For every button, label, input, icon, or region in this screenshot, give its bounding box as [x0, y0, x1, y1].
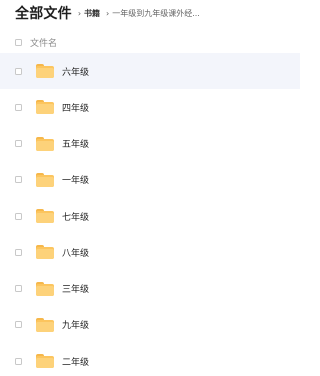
row-checkbox[interactable]	[15, 103, 22, 111]
breadcrumb-books-link[interactable]: 书籍	[84, 8, 100, 19]
list-item[interactable]: 二年级	[0, 343, 300, 376]
folder-name[interactable]: 二年级	[62, 355, 89, 368]
folder-name[interactable]: 七年级	[62, 210, 89, 223]
row-checkbox[interactable]	[15, 140, 22, 148]
row-checkbox[interactable]	[15, 248, 22, 256]
folder-icon	[36, 64, 54, 79]
row-checkbox[interactable]	[15, 67, 22, 75]
folder-icon	[36, 281, 54, 296]
folder-icon	[36, 172, 54, 187]
row-checkbox[interactable]	[15, 321, 22, 329]
folder-name[interactable]: 九年级	[62, 318, 89, 331]
folder-icon	[36, 100, 54, 115]
folder-name[interactable]: 一年级	[62, 173, 89, 186]
folder-icon	[36, 136, 54, 151]
list-item[interactable]: 六年级	[0, 53, 300, 90]
folder-name[interactable]: 八年级	[62, 246, 89, 259]
list-item[interactable]: 一年级	[0, 162, 300, 198]
folder-icon	[36, 209, 54, 224]
folder-name[interactable]: 六年级	[62, 65, 89, 78]
list-header: 文件名	[0, 32, 300, 52]
folder-icon	[36, 354, 54, 369]
row-checkbox[interactable]	[15, 285, 22, 293]
breadcrumb-current: 一年级到九年级课外经...	[112, 8, 200, 18]
row-checkbox[interactable]	[15, 212, 22, 220]
breadcrumb-separator-icon: ›	[77, 8, 82, 18]
row-checkbox[interactable]	[15, 176, 22, 184]
list-item[interactable]: 八年级	[0, 234, 300, 270]
breadcrumb-separator-icon: ›	[106, 8, 110, 18]
file-list: 六年级 四年级 五年级 一年级 七年级 八年级 三年级 九年级 二年级	[0, 53, 300, 376]
list-item[interactable]: 九年级	[0, 307, 300, 343]
list-item[interactable]: 三年级	[0, 271, 300, 307]
column-header-filename[interactable]: 文件名	[30, 36, 57, 49]
list-item[interactable]: 四年级	[0, 89, 300, 125]
breadcrumb-root-link[interactable]: 全部文件	[15, 3, 72, 23]
folder-name[interactable]: 五年级	[62, 137, 89, 150]
breadcrumb: 全部文件 › 书籍 › 一年级到九年级课外经...	[15, 3, 200, 23]
folder-icon	[36, 245, 54, 260]
row-checkbox[interactable]	[15, 357, 22, 365]
folder-name[interactable]: 三年级	[62, 282, 89, 295]
file-browser: 全部文件 › 书籍 › 一年级到九年级课外经... 文件名 六年级 四年级 五年…	[0, 0, 300, 376]
list-item[interactable]: 七年级	[0, 198, 300, 234]
list-item[interactable]: 五年级	[0, 126, 300, 162]
select-all-checkbox[interactable]	[15, 38, 22, 46]
folder-name[interactable]: 四年级	[62, 101, 89, 114]
folder-icon	[36, 317, 54, 332]
